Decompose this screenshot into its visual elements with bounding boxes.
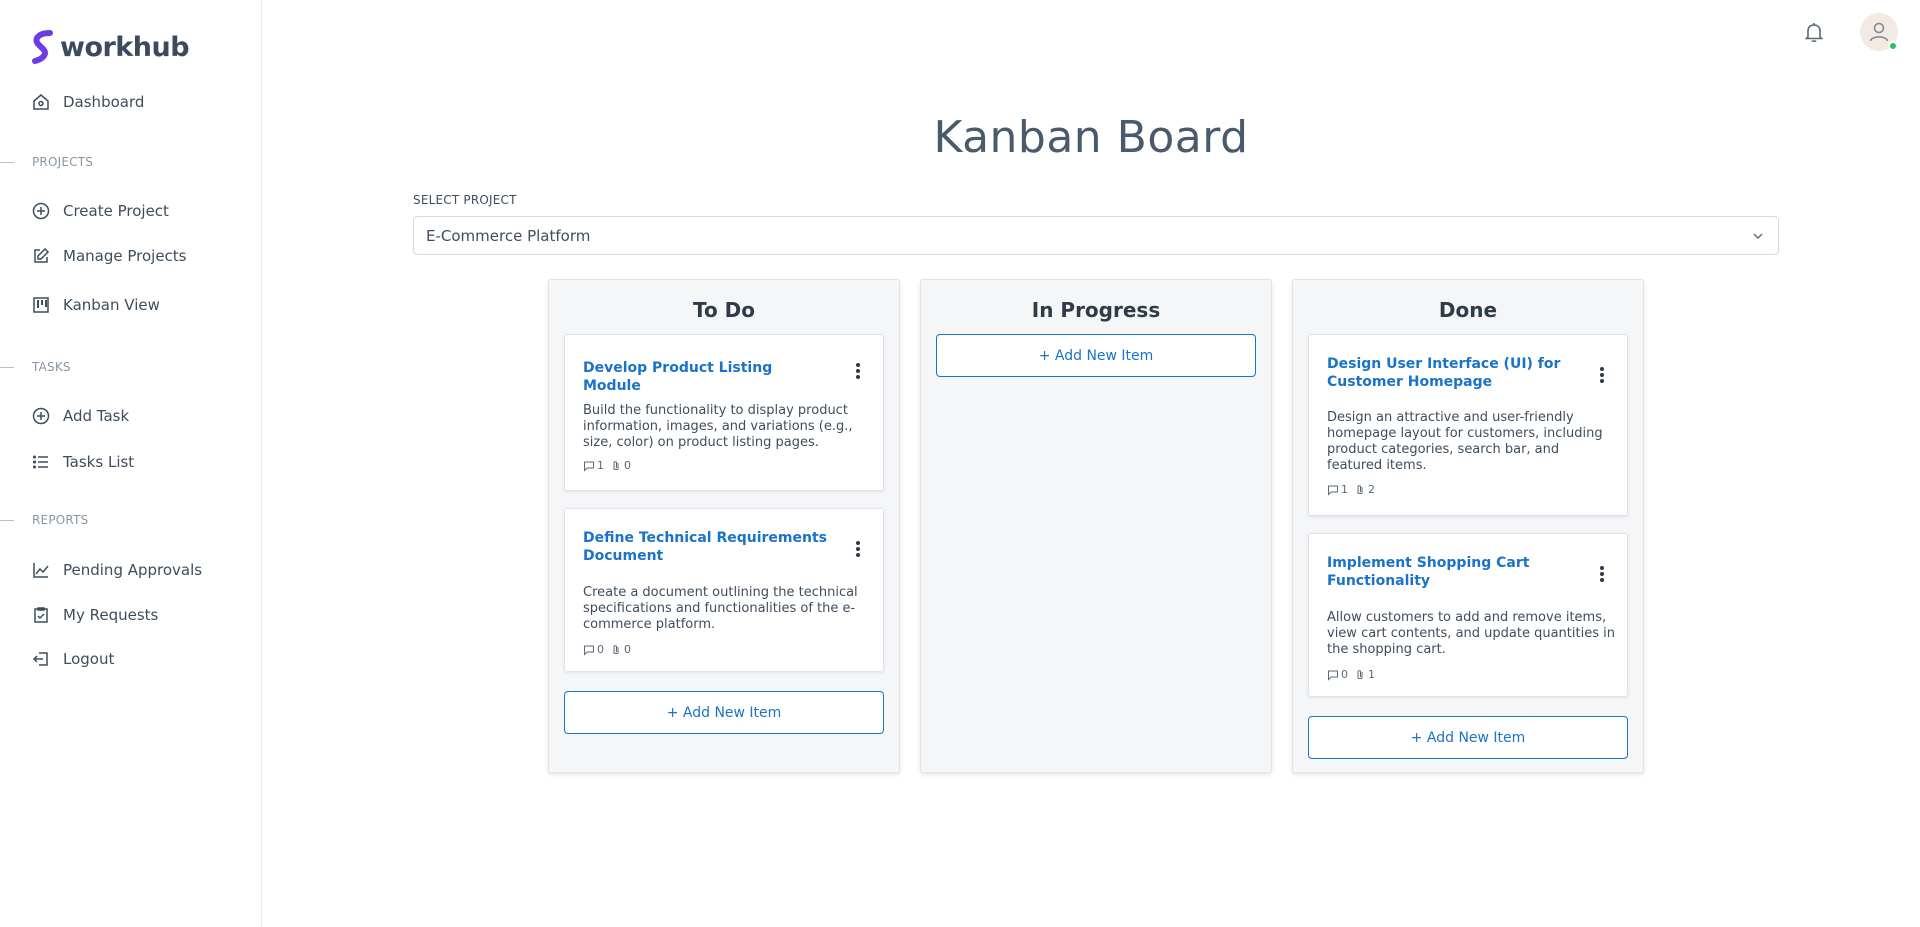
card-title[interactable]: Define Technical Requirements Document (583, 529, 833, 565)
kanban-card[interactable]: Develop Product Listing Module Build the… (564, 334, 884, 491)
section-tasks: TASKS (0, 360, 71, 374)
attachment-count: 0 (624, 459, 631, 472)
brand-name: workhub (60, 31, 190, 63)
sidebar-item-create-project[interactable]: Create Project (32, 202, 169, 220)
add-new-item-button[interactable]: + Add New Item (936, 334, 1256, 377)
card-description: Create a document outlining the technica… (583, 585, 858, 632)
paperclip-icon (1357, 669, 1363, 679)
comment-count: 1 (1341, 483, 1348, 496)
sidebar-item-label: My Requests (63, 606, 159, 624)
section-projects: PROJECTS (0, 155, 93, 169)
more-vertical-icon[interactable] (855, 541, 861, 557)
more-vertical-icon[interactable] (1599, 367, 1605, 383)
more-vertical-icon[interactable] (855, 363, 861, 379)
card-meta: 1 0 (583, 459, 637, 472)
sidebar-item-manage-projects[interactable]: Manage Projects (32, 247, 187, 265)
sidebar-item-label: Dashboard (63, 93, 145, 111)
add-new-item-button[interactable]: + Add New Item (1308, 716, 1628, 759)
paperclip-icon (613, 460, 619, 470)
workhub-logo[interactable]: workhub (30, 30, 190, 64)
card-meta: 0 0 (583, 643, 637, 656)
sidebar-item-label: Create Project (63, 202, 169, 220)
section-label: TASKS (32, 360, 71, 374)
clipboard-check-icon (32, 606, 50, 624)
card-description: Design an attractive and user-friendly h… (1327, 410, 1603, 473)
column-done: Done Design User Interface (UI) for Cust… (1292, 279, 1644, 773)
sidebar: workhub Dashboard PROJECTS Create Projec… (0, 0, 262, 927)
comment-count: 1 (597, 459, 604, 472)
select-project-label: SELECT PROJECT (413, 193, 517, 207)
list-icon (32, 453, 50, 471)
comment-icon (584, 645, 594, 656)
column-in-progress: In Progress + Add New Item (920, 279, 1272, 773)
attachment-count: 1 (1368, 668, 1375, 681)
card-title[interactable]: Develop Product Listing Module (583, 359, 833, 395)
sidebar-item-logout[interactable]: Logout (32, 650, 114, 668)
card-title[interactable]: Design User Interface (UI) for Customer … (1327, 355, 1577, 391)
more-vertical-icon[interactable] (1599, 566, 1605, 582)
sidebar-item-label: Kanban View (63, 296, 160, 314)
page-title: Kanban Board (933, 112, 1249, 163)
sidebar-item-tasks-list[interactable]: Tasks List (32, 453, 134, 471)
kanban-card[interactable]: Implement Shopping Cart Functionality Al… (1308, 533, 1628, 697)
sidebar-item-add-task[interactable]: Add Task (32, 407, 129, 425)
sidebar-item-kanban-view[interactable]: Kanban View (32, 296, 160, 314)
add-new-item-button[interactable]: + Add New Item (564, 691, 884, 734)
attachment-count: 0 (624, 643, 631, 656)
kanban-card[interactable]: Design User Interface (UI) for Customer … (1308, 334, 1628, 516)
card-description: Allow customers to add and remove items,… (1327, 610, 1615, 657)
logout-icon (32, 650, 50, 668)
kanban-icon (32, 296, 50, 314)
logo-icon (32, 30, 53, 64)
sidebar-item-label: Tasks List (63, 453, 135, 471)
plus-circle-icon (32, 202, 50, 220)
chart-line-icon (32, 561, 50, 579)
card-description: Build the functionality to display produ… (583, 403, 853, 450)
sidebar-item-label: Add Task (63, 407, 130, 425)
sidebar-item-label: Manage Projects (63, 247, 187, 265)
paperclip-icon (613, 644, 619, 654)
sidebar-item-my-requests[interactable]: My Requests (32, 606, 158, 624)
card-title[interactable]: Implement Shopping Cart Functionality (1327, 554, 1577, 590)
sidebar-item-pending-approvals[interactable]: Pending Approvals (32, 561, 202, 579)
paperclip-icon (1357, 484, 1363, 494)
sidebar-item-label: Pending Approvals (63, 561, 203, 579)
edit-icon (32, 247, 50, 265)
comment-count: 0 (597, 643, 604, 656)
comment-icon (584, 461, 594, 472)
column-title: Done (1438, 298, 1498, 322)
card-meta: 0 1 (1327, 668, 1381, 681)
comment-icon (1328, 670, 1338, 681)
sidebar-item-dashboard[interactable]: Dashboard (32, 93, 144, 111)
project-select-value: E-Commerce Platform (426, 226, 591, 245)
column-todo: To Do Develop Product Listing Module Bui… (548, 279, 900, 773)
online-status-dot (1888, 41, 1898, 51)
sidebar-item-label: Logout (63, 650, 115, 668)
comment-count: 0 (1341, 668, 1348, 681)
user-icon (1869, 22, 1889, 42)
section-label: REPORTS (32, 513, 89, 527)
comment-icon (1328, 485, 1338, 496)
column-title: In Progress (1031, 298, 1161, 322)
attachment-count: 2 (1368, 483, 1375, 496)
section-label: PROJECTS (32, 155, 94, 169)
card-meta: 1 2 (1327, 483, 1381, 496)
project-select[interactable]: E-Commerce Platform (413, 216, 1779, 255)
plus-circle-icon (32, 407, 50, 425)
bell-icon[interactable] (1802, 20, 1826, 44)
kanban-card[interactable]: Define Technical Requirements Document C… (564, 508, 884, 672)
column-title: To Do (692, 298, 756, 322)
chevron-down-icon (1753, 233, 1763, 239)
section-reports: REPORTS (0, 513, 88, 527)
home-icon (32, 93, 50, 111)
